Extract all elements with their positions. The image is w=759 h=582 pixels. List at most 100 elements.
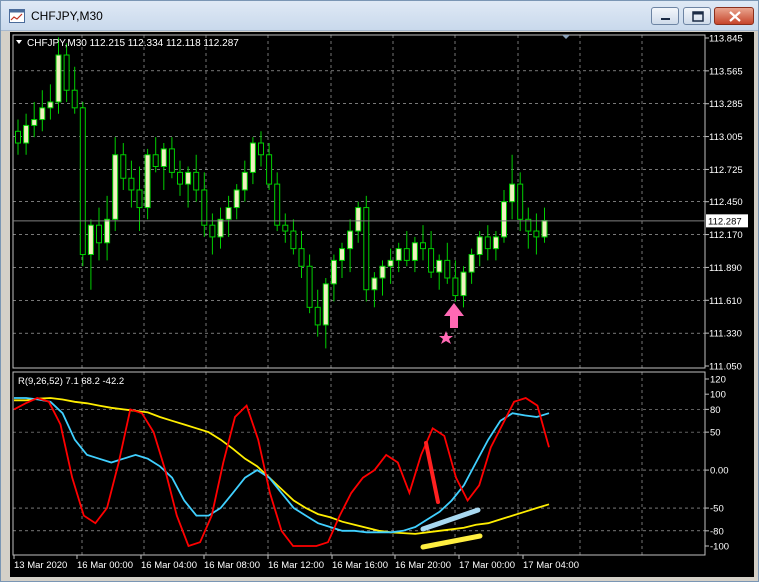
price-tick-label: 113.005	[709, 132, 743, 143]
candle[interactable]	[395, 242, 402, 273]
candle[interactable]	[282, 213, 289, 243]
candle[interactable]	[322, 277, 329, 349]
candle[interactable]	[104, 195, 111, 261]
candle[interactable]	[517, 172, 524, 232]
shift-marker-icon[interactable]	[562, 35, 570, 39]
terminal-window: CHFJPY,M30 113.845 113.565 113.285 113.005 1…	[0, 0, 759, 582]
candle-body	[87, 224, 94, 256]
candle[interactable]	[39, 90, 46, 132]
candle-body	[306, 265, 313, 308]
candle-body	[128, 177, 135, 191]
candle[interactable]	[152, 137, 159, 173]
candle-body	[509, 183, 516, 203]
maximize-button[interactable]	[683, 7, 711, 25]
candle[interactable]	[209, 213, 216, 255]
candle[interactable]	[476, 231, 483, 267]
candle-body	[71, 89, 78, 109]
candle[interactable]	[371, 272, 378, 308]
candle[interactable]	[363, 195, 370, 302]
candle[interactable]	[241, 160, 248, 202]
price-tick-label: 112.450	[709, 197, 743, 208]
candle[interactable]	[79, 101, 86, 267]
candle-body	[290, 230, 297, 250]
candle[interactable]	[87, 219, 94, 290]
time-tick-label: 16 Mar 08:00	[204, 560, 260, 571]
candle[interactable]	[249, 137, 256, 185]
candle[interactable]	[63, 43, 70, 102]
candle[interactable]	[468, 248, 475, 284]
chart-canvas[interactable]: 113.845 113.565 113.285 113.005 112.725 112.4…	[10, 32, 754, 577]
candle-body	[492, 236, 499, 250]
candle[interactable]	[460, 266, 467, 308]
candle[interactable]	[452, 260, 459, 302]
price-tick-label: 112.170	[709, 230, 743, 241]
candle[interactable]	[330, 254, 337, 302]
candle-body	[160, 148, 167, 168]
candle[interactable]	[314, 289, 321, 337]
candle[interactable]	[484, 225, 491, 261]
candle-body	[249, 142, 256, 173]
candle[interactable]	[379, 260, 386, 296]
title-bar[interactable]: CHFJPY,M30	[1, 1, 758, 31]
candle[interactable]	[168, 137, 175, 179]
candle[interactable]	[274, 172, 281, 232]
chart-area[interactable]: 113.845 113.565 113.285 113.005 112.725 112.4…	[10, 32, 754, 577]
price-axis: 113.845 113.565 113.285 113.005 112.725 112.4…	[705, 34, 743, 373]
candle[interactable]	[217, 207, 224, 249]
candle[interactable]	[347, 219, 354, 273]
candle[interactable]	[15, 119, 21, 155]
candle[interactable]	[23, 113, 30, 155]
candle[interactable]	[501, 189, 507, 243]
candle[interactable]	[47, 84, 54, 120]
candle[interactable]	[160, 143, 167, 190]
chart-menu-triangle-icon[interactable]	[16, 40, 22, 44]
candle-body	[484, 236, 491, 250]
candle-body	[23, 124, 30, 144]
candle[interactable]	[71, 66, 78, 114]
candle[interactable]	[492, 231, 499, 261]
candle[interactable]	[290, 219, 297, 255]
close-button[interactable]	[714, 7, 754, 25]
candle[interactable]	[112, 137, 119, 232]
price-tick-label: 113.285	[709, 99, 743, 110]
candle[interactable]	[306, 254, 313, 314]
candle[interactable]	[411, 236, 418, 273]
candle[interactable]	[420, 225, 426, 261]
candle[interactable]	[533, 213, 540, 255]
candle-body	[460, 271, 467, 297]
candle[interactable]	[387, 248, 394, 284]
candle-body	[444, 259, 451, 279]
candle[interactable]	[509, 154, 516, 220]
candle-body	[387, 259, 394, 267]
candle[interactable]	[120, 143, 127, 190]
candle-body	[517, 183, 524, 220]
candle[interactable]	[193, 154, 200, 202]
candle[interactable]	[96, 207, 102, 261]
indicator-tick-label: -100	[710, 542, 729, 553]
candle[interactable]	[339, 242, 345, 278]
candle[interactable]	[298, 231, 305, 278]
candle[interactable]	[428, 231, 435, 278]
time-tick-label: 16 Mar 00:00	[77, 560, 133, 571]
drawn-trendline-yellow[interactable]	[420, 533, 483, 550]
candle[interactable]	[128, 160, 135, 208]
candle[interactable]	[144, 148, 151, 220]
candle[interactable]	[355, 201, 362, 243]
candles[interactable]	[15, 37, 548, 349]
candle[interactable]	[136, 166, 143, 232]
candle[interactable]	[525, 207, 532, 249]
candle-body	[193, 171, 200, 191]
candle[interactable]	[444, 242, 451, 284]
candle[interactable]	[436, 254, 443, 290]
candle[interactable]	[541, 207, 548, 243]
candle[interactable]	[177, 160, 183, 196]
minimize-button[interactable]	[651, 7, 679, 25]
price-tick-label: 111.890	[709, 263, 742, 274]
candle[interactable]	[403, 231, 410, 267]
time-axis: 13 Mar 2020 16 Mar 00:00 16 Mar 04:00 16 Ma…	[13, 555, 579, 571]
drawn-trendline-red[interactable]	[424, 441, 440, 504]
candle[interactable]	[31, 101, 38, 138]
candle-body	[233, 189, 240, 209]
candle[interactable]	[266, 143, 273, 190]
candle[interactable]	[233, 184, 240, 220]
